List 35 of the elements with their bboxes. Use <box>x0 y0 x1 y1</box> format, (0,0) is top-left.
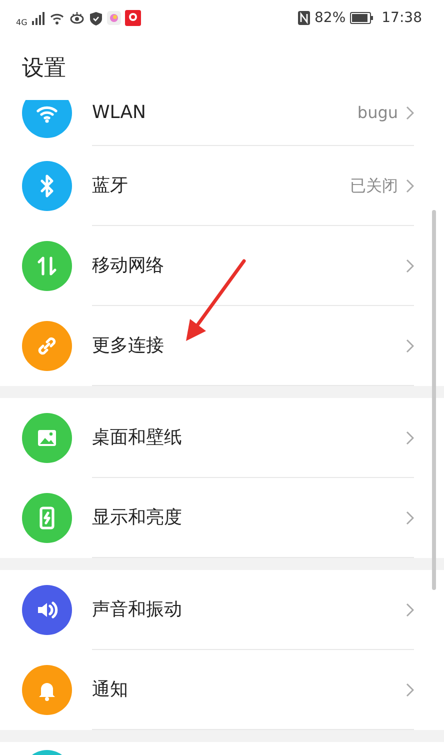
chevron-icon <box>406 682 414 696</box>
eye-icon <box>69 11 86 25</box>
row-value: 已关闭 <box>350 174 398 196</box>
chevron-icon <box>406 430 414 444</box>
row-label: 更多连接 <box>92 334 165 358</box>
nfc-icon <box>296 10 311 26</box>
clock: 17:38 <box>382 8 422 28</box>
settings-row[interactable]: 蓝牙 已关闭 <box>0 146 444 226</box>
chevron-icon <box>406 258 414 272</box>
chevron-icon <box>406 106 414 120</box>
row-label: 声音和振动 <box>92 598 183 622</box>
settings-row[interactable]: 声音和振动 <box>0 570 444 650</box>
signal-icon <box>31 11 46 25</box>
chevron-icon <box>406 178 414 192</box>
settings-row[interactable]: WLAN bugu <box>0 100 444 146</box>
chevron-icon <box>406 602 414 616</box>
row-label: 显示和亮度 <box>92 506 183 530</box>
row-label: 移动网络 <box>92 254 165 278</box>
shield-icon <box>89 10 104 26</box>
settings-row[interactable]: 桌面和壁纸 <box>0 398 444 478</box>
page-title: 设置 <box>22 56 66 81</box>
app-icon <box>125 10 142 26</box>
chevron-icon <box>406 510 414 524</box>
row-value: bugu <box>357 102 398 124</box>
row-label: WLAN <box>92 101 148 125</box>
battery-percent: 82% <box>314 8 346 28</box>
row-label: 蓝牙 <box>92 174 129 198</box>
app-icon <box>107 11 122 25</box>
chevron-icon <box>406 338 414 352</box>
network-type: 4G <box>16 16 28 28</box>
settings-row[interactable]: 移动网络 <box>0 226 444 306</box>
row-label: 通知 <box>92 678 129 702</box>
row-label: 桌面和壁纸 <box>92 426 183 450</box>
wifi-icon <box>49 11 66 25</box>
battery-icon <box>350 12 374 24</box>
